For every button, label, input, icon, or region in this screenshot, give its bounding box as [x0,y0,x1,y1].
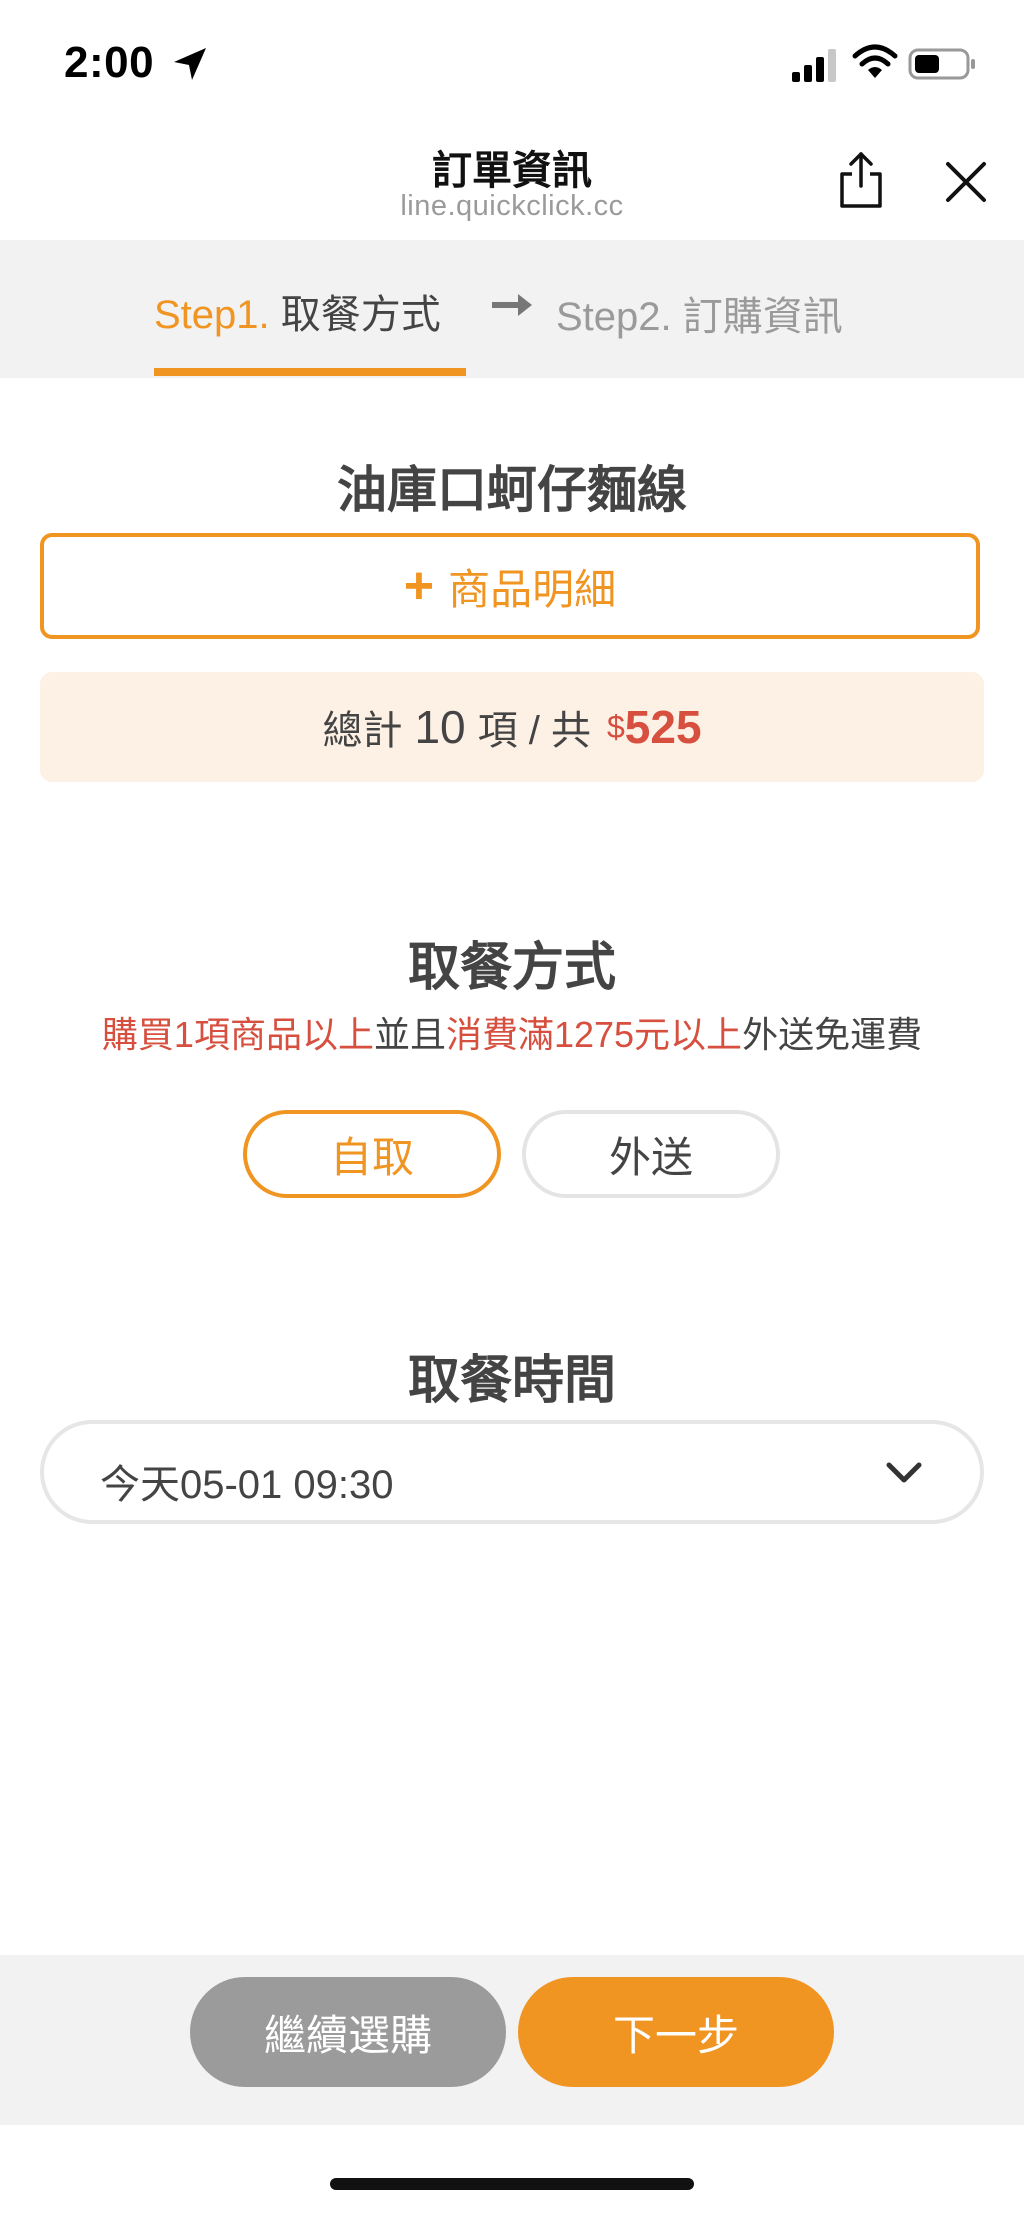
header: 訂單資訊 line.quickclick.cc [0,120,1024,240]
product-detail-label: 商品明細 [448,565,617,613]
pickup-time-title: 取餐時間 [407,1352,616,1410]
pickup-method-title: 取餐方式 [407,939,616,997]
currency-symbol: $ [606,708,625,745]
continue-shopping-button[interactable]: 繼續選購 [190,1977,506,2087]
status-bar: 2:00 [0,0,1024,120]
step-1-number: Step1. [154,293,270,337]
chevron-down-icon [886,1462,922,1483]
location-arrow-icon [174,48,206,80]
bottom-action-bar: 繼續選購 下一步 [0,1955,1024,2125]
step-indicator: Step1. 取餐方式 Step2. 訂購資訊 [0,240,1024,378]
pickup-time-select[interactable]: 今天05-01 09:30 [40,1420,984,1524]
step-1-label: 取餐方式 [280,293,441,337]
promo-part-4: 外送免運費 [742,1014,923,1055]
next-step-button[interactable]: 下一步 [518,1977,834,2087]
promo-part-2: 並且 [373,1014,446,1055]
pickup-time-value: 今天05-01 09:30 [100,1463,394,1507]
close-icon[interactable] [942,158,990,206]
battery-icon [908,48,975,80]
home-indicator [330,2178,694,2190]
promo-part-3: 消費滿1275元以上 [445,1014,743,1055]
store-name: 油庫口蚵仔麵線 [337,462,687,518]
share-icon[interactable] [836,150,886,210]
pickup-option-delivery[interactable]: 外送 [522,1110,780,1198]
product-detail-button[interactable]: + 商品明細 [40,533,980,639]
pickup-option-self[interactable]: 自取 [243,1110,501,1198]
free-shipping-notice: 購買1項商品以上並且消費滿1275元以上外送免運費 [0,1006,1024,1058]
total-mid: 項 / 共 [477,709,591,753]
step-2[interactable]: Step2. 訂購資訊 [556,284,843,342]
promo-part-1: 購買1項商品以上 [101,1014,374,1055]
total-prefix: 總計 [322,709,403,753]
status-time: 2:00 [64,38,155,87]
active-step-underline [154,368,466,376]
total-count: 10 [414,701,466,753]
total-amount: 525 [624,701,702,753]
step-1[interactable]: Step1. 取餐方式 [154,282,441,340]
signal-icon [792,49,836,82]
plus-icon: + [403,557,435,615]
wifi-icon [852,44,898,78]
arrow-right-icon [492,294,532,316]
order-total: 總計 10 項 / 共 $ 525 [40,672,984,782]
